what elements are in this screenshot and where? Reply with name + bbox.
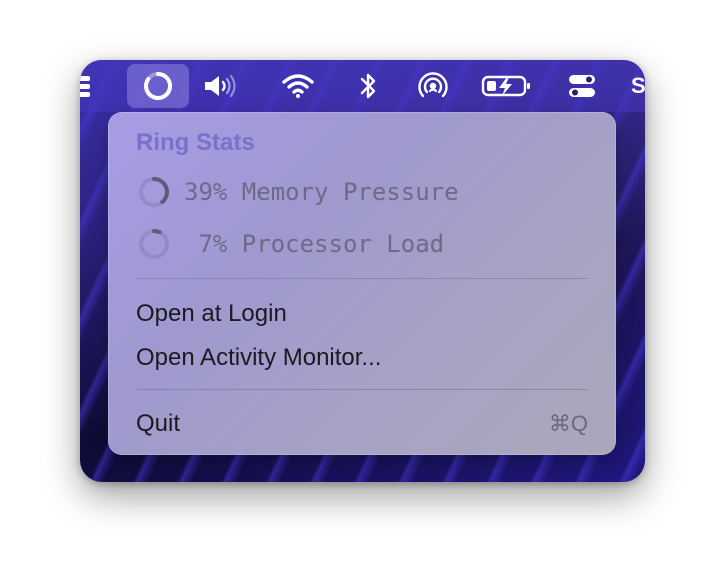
processor-load-label: 7% Processor Load — [184, 230, 445, 258]
ring-stats-icon — [144, 71, 173, 100]
quit-shortcut: ⌘Q — [548, 411, 588, 436]
bluetooth-icon — [360, 73, 376, 99]
memory-pressure-label: 39% Memory Pressure — [184, 178, 459, 206]
volume-menu-button[interactable] — [198, 68, 246, 104]
partial-menubar-label: S — [631, 73, 645, 98]
battery-menu-button[interactable] — [478, 68, 538, 104]
memory-pressure-row: 39% Memory Pressure — [136, 174, 459, 210]
menu-bar: S — [80, 60, 645, 112]
open-activity-monitor-item[interactable]: Open Activity Monitor... — [136, 340, 588, 376]
battery-charging-icon — [481, 75, 530, 97]
volume-icon — [205, 74, 236, 98]
ring-stats-menu-button[interactable] — [127, 64, 189, 108]
airdrop-icon — [418, 72, 448, 98]
processor-ring-icon — [139, 229, 169, 259]
airdrop-menu-button[interactable] — [409, 68, 457, 104]
menu-separator — [136, 389, 588, 390]
quit-label: Quit — [136, 410, 181, 437]
partial-menubar-text[interactable]: S — [631, 68, 645, 104]
quit-item[interactable]: Quit ⌘Q — [136, 406, 588, 442]
menu-separator — [136, 278, 588, 279]
ring-stats-dropdown-menu: Ring Stats 39% Memory Pressure 7% Proces… — [108, 112, 616, 455]
wifi-icon — [282, 74, 314, 98]
partial-menu-icon[interactable] — [80, 68, 92, 104]
control-center-icon — [569, 75, 595, 97]
memory-ring-icon — [139, 177, 169, 207]
menu-title: Ring Stats — [136, 129, 255, 156]
open-activity-monitor-label: Open Activity Monitor... — [136, 344, 382, 371]
open-at-login-item[interactable]: Open at Login — [136, 296, 588, 332]
wifi-menu-button[interactable] — [274, 68, 322, 104]
processor-load-row: 7% Processor Load — [136, 226, 444, 262]
bluetooth-menu-button[interactable] — [344, 68, 392, 104]
control-center-menu-button[interactable] — [558, 68, 606, 104]
open-at-login-label: Open at Login — [136, 300, 287, 327]
